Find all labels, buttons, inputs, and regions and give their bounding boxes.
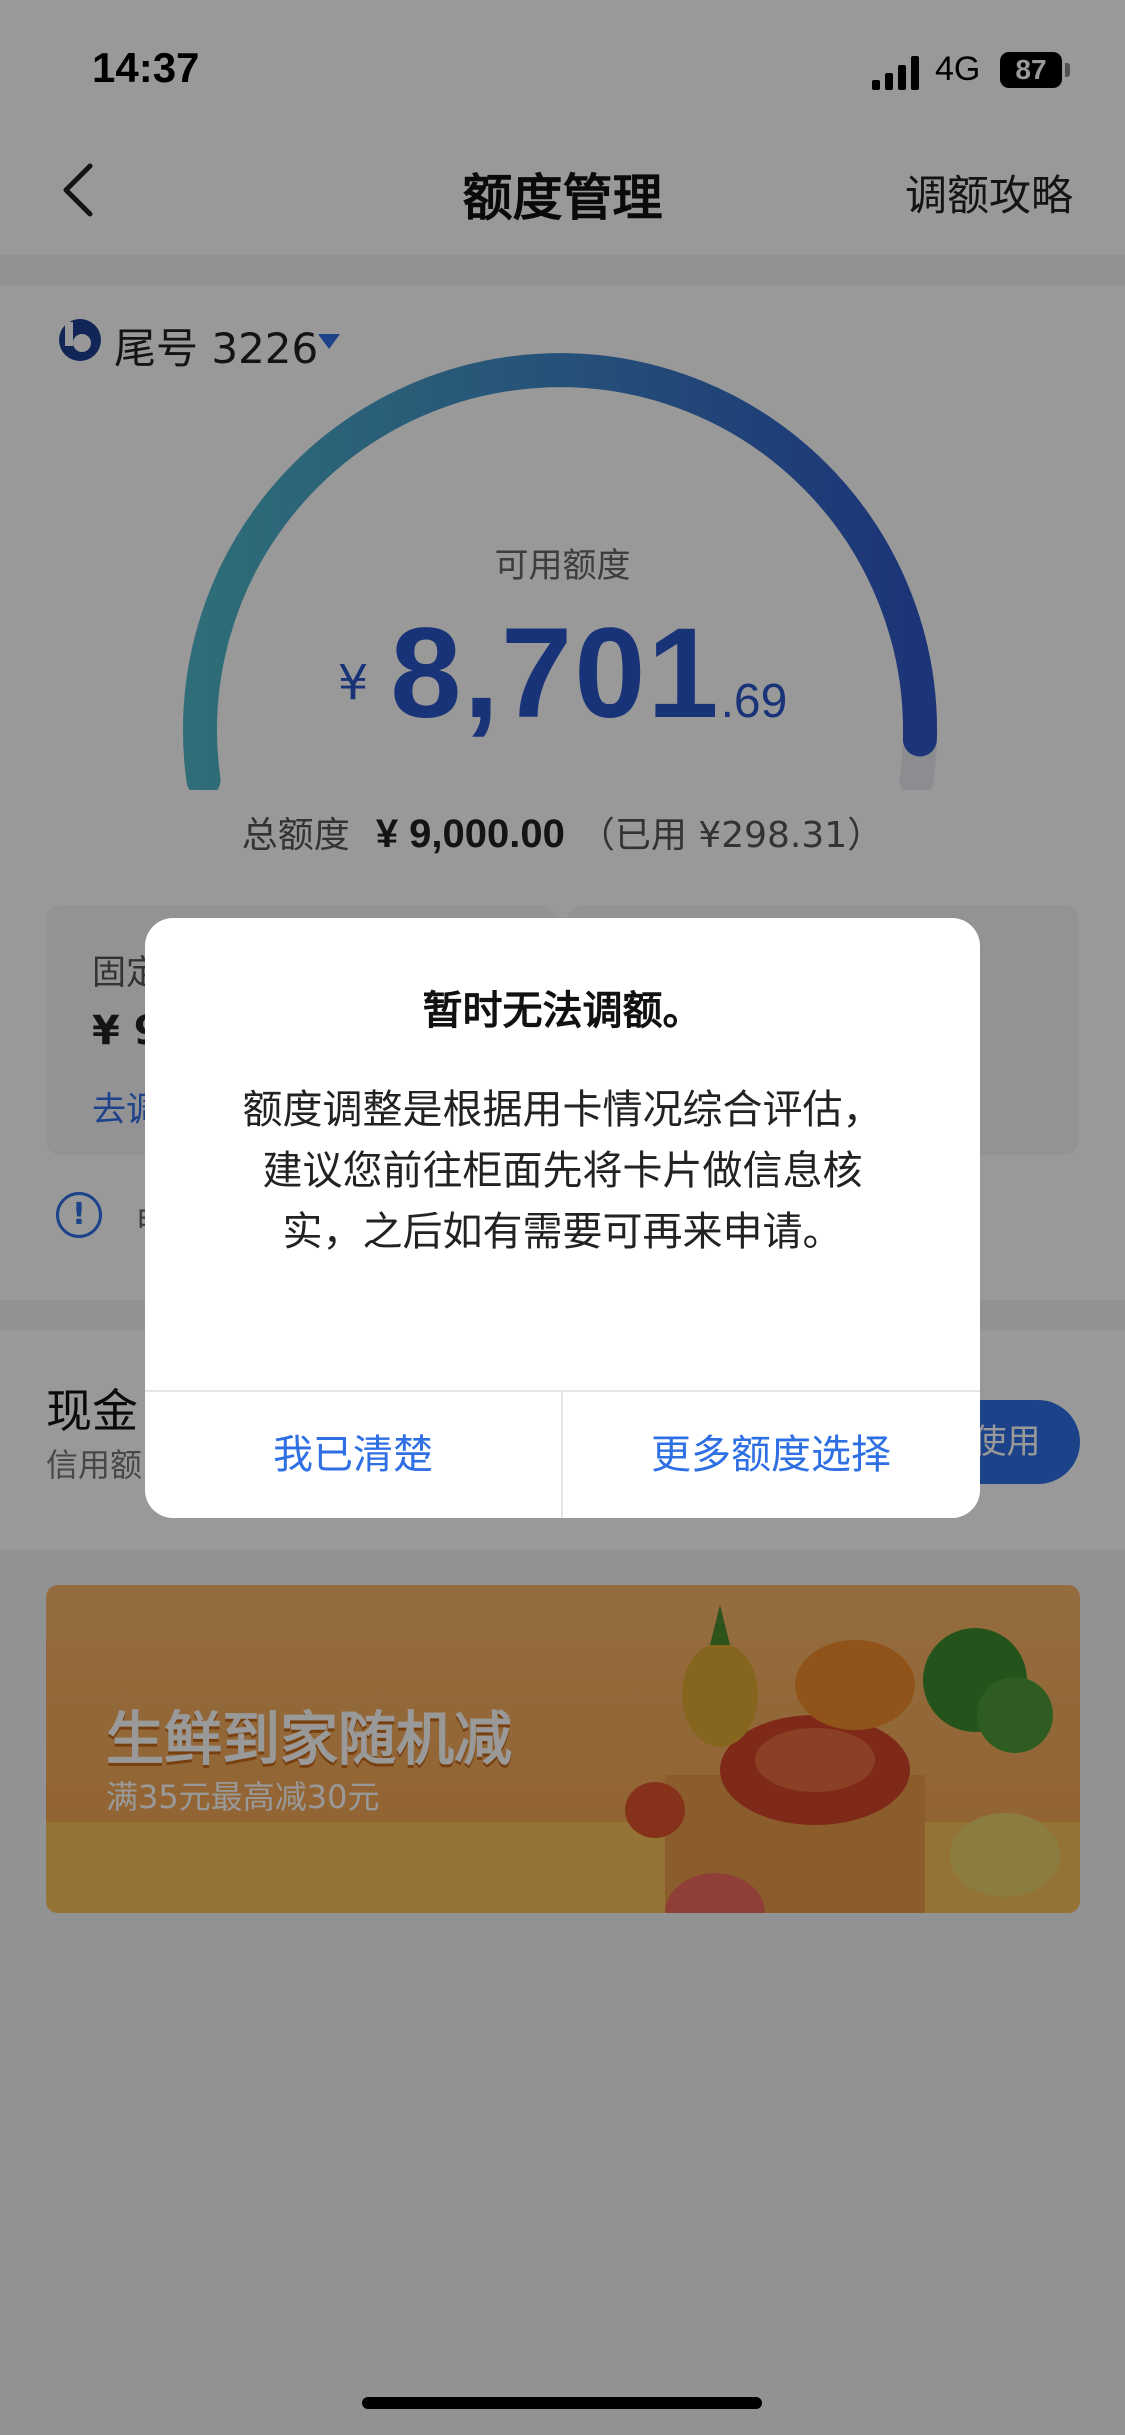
dialog-message: 额度调整是根据用卡情况综合评估，建议您前往柜面先将卡片做信息核实，之后如有需要可… [242,1087,883,1255]
home-indicator[interactable] [362,2397,762,2409]
dialog-title: 暂时无法调额。 [422,988,703,1034]
more-options-button[interactable]: 更多额度选择 [563,1392,979,1518]
understood-button[interactable]: 我已清楚 [145,1392,561,1518]
